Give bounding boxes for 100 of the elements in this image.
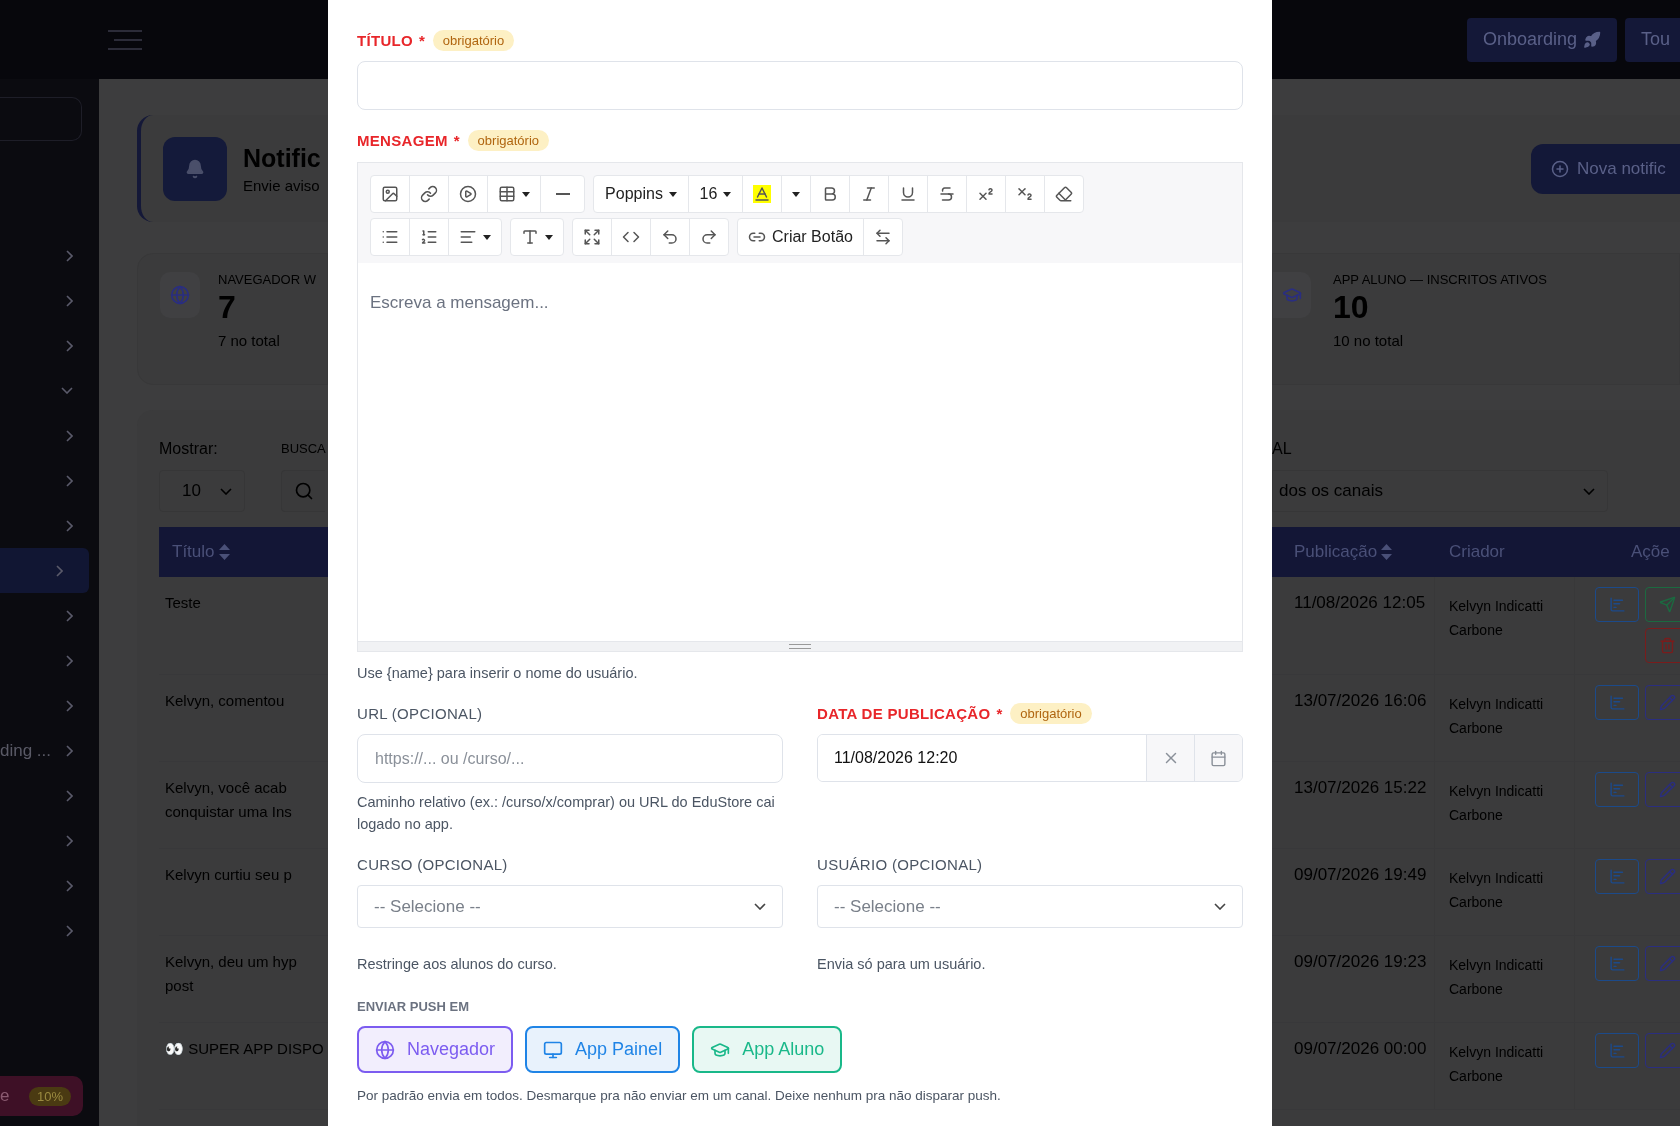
caret-icon: [545, 234, 553, 240]
search-button[interactable]: [281, 470, 325, 512]
required-badge: obrigatório: [1010, 702, 1092, 724]
table-cell: Kelvyn Indicatti Carbone: [1435, 675, 1575, 761]
table-cell: Kelvyn Indicatti Carbone: [1435, 936, 1575, 1022]
chevron-down-icon: [754, 903, 766, 910]
course-select[interactable]: -- Selecione --: [357, 885, 783, 928]
link-icon: [420, 185, 438, 203]
channel-toggle[interactable]: Navegador: [357, 1026, 514, 1073]
sidebar-search-field[interactable]: [0, 97, 82, 141]
channel-toggle[interactable]: App Aluno: [692, 1026, 843, 1073]
table-icon: [498, 185, 516, 203]
edit-button[interactable]: [1645, 1033, 1680, 1068]
percent-badge: 10%: [28, 1086, 71, 1106]
calendar-button[interactable]: [1194, 735, 1242, 781]
rocket-icon: [1583, 30, 1602, 49]
superscript-icon: [977, 185, 995, 203]
table-cell: Kelvyn Indicatti Carbone: [1435, 849, 1575, 935]
bar-chart-icon: [1608, 1042, 1626, 1059]
page-size-select[interactable]: 10: [159, 470, 245, 512]
stats-button[interactable]: [1595, 685, 1639, 720]
sidebar-item[interactable]: ding ...: [0, 728, 99, 773]
send-button[interactable]: [1645, 587, 1680, 622]
channel-select[interactable]: dos os canais: [1272, 470, 1608, 512]
menu-icon[interactable]: [108, 29, 142, 50]
pencil-icon: [1658, 694, 1676, 711]
required-badge: obrigatório: [467, 129, 550, 151]
sidebar-label: ding ...: [0, 740, 52, 761]
sort-icon: [1381, 544, 1393, 560]
date-field[interactable]: 11/08/2026 12:20: [817, 734, 1243, 782]
table-cell: 09/07/2026 19:49: [1272, 849, 1435, 935]
field-label: DATA DE PUBLICAÇÃO: [817, 704, 991, 722]
edit-button[interactable]: [1645, 772, 1680, 807]
image-icon: [381, 185, 399, 203]
resize-handle[interactable]: [358, 641, 1242, 651]
stat-note: 7 no total: [218, 332, 281, 349]
required-badge: obrigatório: [432, 29, 515, 51]
filter-label: Mostrar:: [159, 439, 219, 459]
stats-button[interactable]: [1595, 946, 1639, 981]
new-notification-button[interactable]: Nova notific: [1531, 143, 1680, 194]
eraser-icon: [1055, 185, 1073, 203]
stat-label: APP ALUNO — INSCRITOS ATIVOS: [1333, 272, 1547, 287]
url-input[interactable]: https://... ou /curso/...: [357, 734, 783, 783]
field-label: USUÁRIO (OPCIONAL): [817, 855, 983, 873]
bar-chart-icon: [1608, 781, 1626, 798]
edit-button[interactable]: [1645, 685, 1680, 720]
table-cell-text: Kelvyn curtiu seu p: [164, 865, 292, 885]
stats-button[interactable]: [1595, 1033, 1639, 1068]
chevron-down-icon: [220, 487, 232, 495]
send-icon: [1658, 596, 1676, 613]
field-label: CURSO (OPCIONAL): [357, 855, 508, 873]
caret-icon: [668, 191, 677, 197]
search-icon: [294, 481, 314, 501]
message-placeholder[interactable]: Escreva a mensagem...: [370, 293, 549, 312]
stats-button[interactable]: [1595, 859, 1639, 894]
clear-button[interactable]: [1146, 735, 1194, 781]
create-button-tool[interactable]: Criar Botão: [738, 219, 863, 255]
caret-icon: [723, 191, 732, 197]
chevron-down-icon: [1583, 487, 1595, 495]
column-header[interactable]: Açõe: [1575, 542, 1675, 562]
subscript-icon: [1016, 185, 1034, 203]
column-header[interactable]: Publicação: [1272, 542, 1435, 562]
topbar-button[interactable]: Tou: [1625, 17, 1680, 62]
column-header[interactable]: Criador: [1435, 542, 1575, 562]
sidebar-plan-card[interactable]: e 10%: [0, 1076, 83, 1116]
delete-button[interactable]: [1645, 628, 1680, 663]
course-hint: Restringe aos alunos do curso.: [357, 955, 558, 974]
column-header[interactable]: Título: [159, 542, 319, 562]
text-height-icon: [521, 228, 539, 246]
page-subtitle: Envie aviso: [243, 176, 321, 194]
strikethrough-icon: [938, 185, 956, 203]
numbered-list-icon: [420, 228, 438, 246]
topbar-button[interactable]: Onboarding: [1467, 17, 1618, 62]
undo-icon: [661, 228, 679, 246]
stats-button[interactable]: [1595, 772, 1639, 807]
font-dropdown[interactable]: Poppins: [594, 176, 688, 212]
plus-icon: [1551, 159, 1569, 178]
field-label: MENSAGEM: [357, 131, 448, 149]
font-size-dropdown[interactable]: 16: [688, 176, 742, 212]
graduation-cap-icon: [1282, 285, 1302, 305]
user-select[interactable]: -- Selecione --: [817, 885, 1243, 928]
bar-chart-icon: [1608, 694, 1626, 711]
pencil-icon: [1658, 955, 1676, 972]
title-input[interactable]: [357, 61, 1243, 110]
table-cell: 11/08/2026 12:05: [1272, 577, 1435, 674]
channel-toggle[interactable]: App Painel: [525, 1026, 681, 1073]
edit-button[interactable]: [1645, 946, 1680, 981]
push-hint: Por padrão envia em todos. Desmarque pra não enviar em um canal. Deixe nenhum pra não disparar push.: [357, 1087, 1002, 1105]
calendar-icon: [1210, 749, 1227, 767]
trash-icon: [1658, 637, 1676, 654]
edit-button[interactable]: [1645, 859, 1680, 894]
stat-note: 10 no total: [1333, 332, 1405, 349]
sidebar-item[interactable]: [0, 548, 89, 593]
underline-icon: [899, 185, 917, 203]
field-label: URL (OPCIONAL): [357, 704, 483, 722]
table-cell: Kelvyn Indicatti Carbone: [1435, 1023, 1575, 1109]
pencil-icon: [1658, 781, 1676, 798]
expand-icon: [583, 228, 601, 246]
filter-label: AL: [1272, 439, 1293, 459]
stats-button[interactable]: [1595, 587, 1639, 622]
